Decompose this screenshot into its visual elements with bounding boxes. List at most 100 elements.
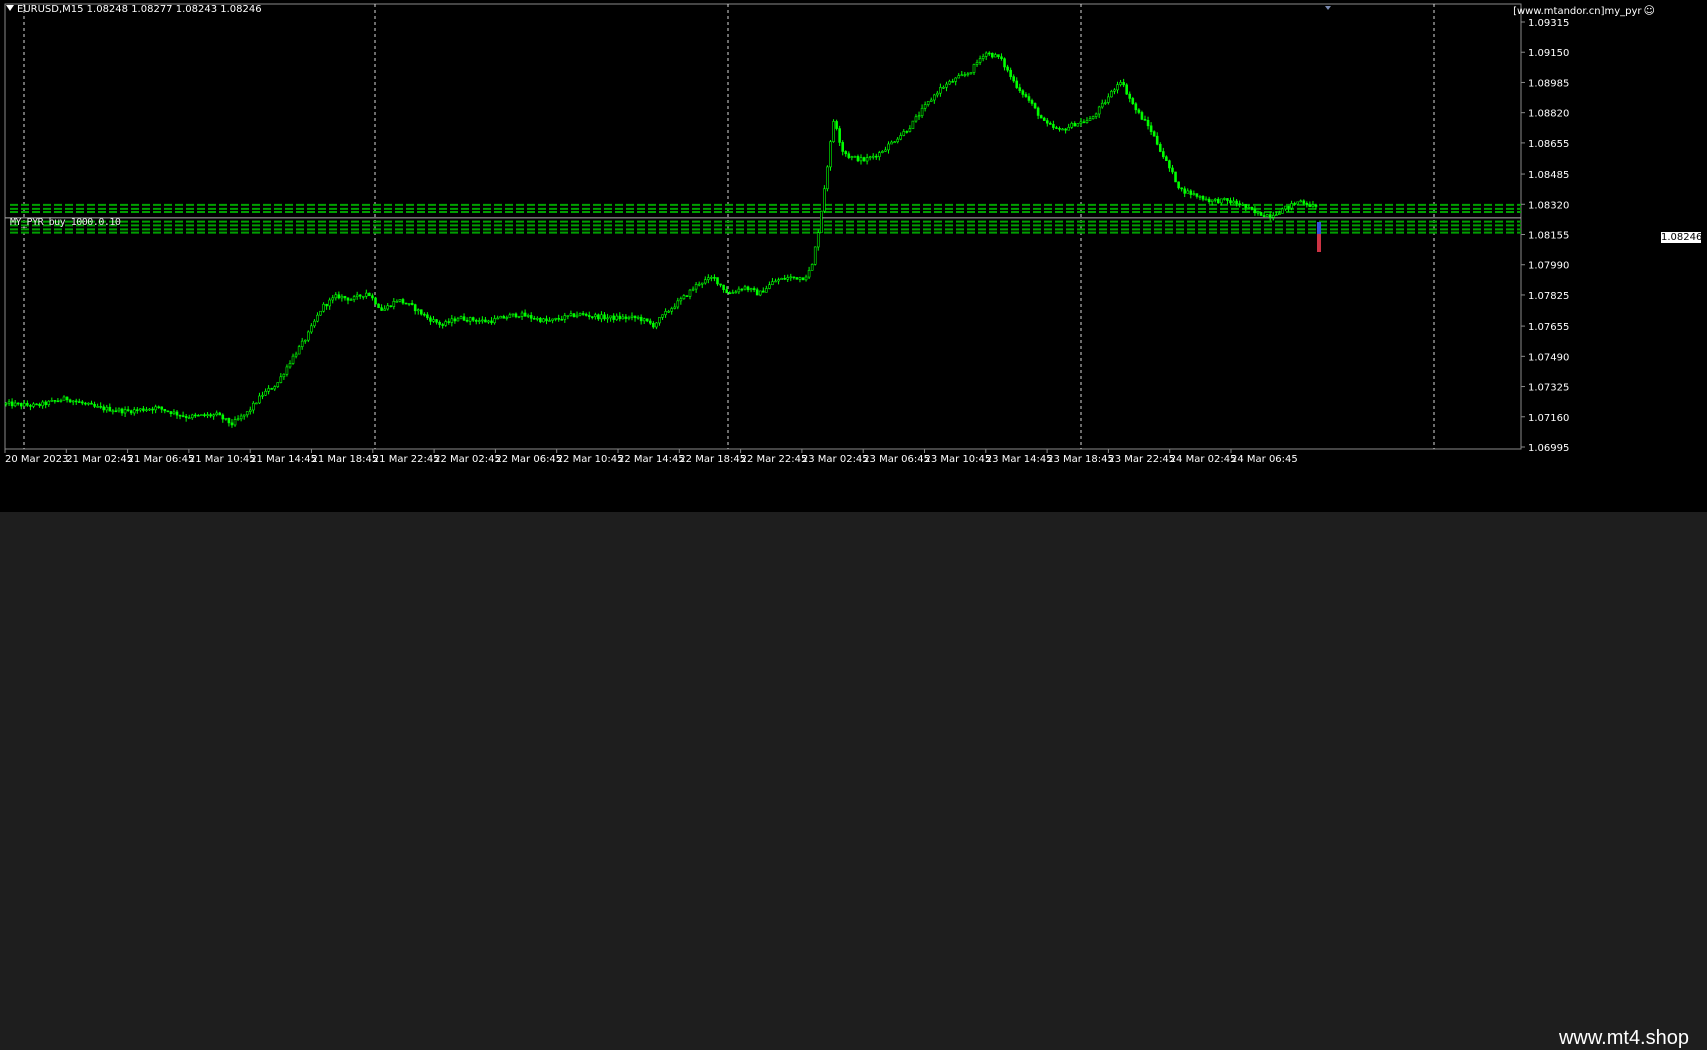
candle-body <box>597 314 600 320</box>
candle-body <box>532 318 536 320</box>
candle-body <box>413 304 417 312</box>
candle-body <box>1128 93 1132 99</box>
candle-body <box>334 294 338 299</box>
candle-body <box>1058 128 1061 130</box>
candle-body <box>160 406 164 410</box>
candle-body <box>1146 120 1150 127</box>
candle-body <box>1220 198 1223 204</box>
candle-body <box>447 321 451 323</box>
price-axis[interactable]: 1.09315 1.09150 1.08985 1.08820 1.08655 1.084… <box>1521 18 1569 454</box>
candle-body <box>1223 198 1226 200</box>
smiley-icon[interactable]: ☺ <box>1644 4 1655 17</box>
candle-body <box>346 297 350 301</box>
candle-body <box>392 301 396 307</box>
candle-body <box>923 104 927 109</box>
time-tick-label: 20 Mar 2023 <box>5 454 68 465</box>
candle-body <box>4 402 8 405</box>
candle-body <box>328 299 331 307</box>
candle-body <box>1165 156 1168 161</box>
candle-body <box>914 116 918 122</box>
candle-body <box>169 411 173 415</box>
candle-body <box>227 417 231 424</box>
candle-body <box>957 75 961 79</box>
candle-body <box>713 277 716 279</box>
candle-body <box>936 92 939 96</box>
candle-body <box>212 414 215 417</box>
chart-canvas[interactable]: 1.09315 1.09150 1.08985 1.08820 1.08655 1.084… <box>0 0 1707 512</box>
candle-body <box>798 277 802 280</box>
candle-body <box>575 314 579 318</box>
candle-body <box>688 289 692 297</box>
candle-body <box>655 322 658 328</box>
candle-body <box>245 411 249 416</box>
candle-body <box>499 316 502 319</box>
candle-body <box>545 318 548 322</box>
candle-body <box>282 373 286 378</box>
candle-body <box>1067 127 1070 131</box>
candle-body <box>951 81 954 83</box>
candle-body <box>563 315 567 320</box>
candle-body <box>117 408 121 412</box>
symbol-header: EURUSD,M15 1.08248 1.08277 1.08243 1.082… <box>6 4 262 15</box>
collapse-triangle-icon[interactable] <box>6 5 14 11</box>
candle-body <box>630 315 634 318</box>
candle-body <box>679 298 683 302</box>
candle-body <box>636 316 640 319</box>
candle-body <box>1107 96 1110 103</box>
candle-body <box>172 411 176 415</box>
candle-body <box>1036 107 1040 116</box>
candle-body <box>1232 200 1235 204</box>
candle-body <box>35 403 38 406</box>
time-tick-label: 24 Mar 06:45 <box>1231 454 1298 465</box>
candle-body <box>1174 171 1177 183</box>
candle-body <box>16 402 20 405</box>
candle-body <box>1305 203 1309 206</box>
candle-body <box>313 320 316 327</box>
candle-body <box>1131 98 1135 105</box>
candle-body <box>331 297 335 301</box>
candle-body <box>310 325 313 333</box>
price-tick-label: 1.08485 <box>1528 170 1569 181</box>
candle-body <box>587 315 591 317</box>
candle-body <box>832 121 835 142</box>
current-price-tag: 1.08246 <box>1661 232 1703 243</box>
candle-body <box>1290 203 1293 209</box>
candle-body <box>1003 58 1006 68</box>
candle-body <box>1000 56 1003 59</box>
candle-body <box>890 141 893 145</box>
time-tick-label: 21 Mar 02:45 <box>66 454 133 465</box>
candle-body <box>77 401 81 403</box>
candle-body <box>401 299 405 304</box>
price-tick-label: 1.06995 <box>1528 443 1569 454</box>
candle-body <box>175 411 179 416</box>
candle-body <box>1210 199 1214 203</box>
candle-body <box>1180 187 1183 190</box>
candle-body <box>426 314 429 319</box>
candle-body <box>765 288 768 293</box>
candle-body <box>1140 112 1144 120</box>
candle-body <box>829 141 832 168</box>
candle-body <box>383 308 386 311</box>
candle-body <box>874 155 878 158</box>
chart-window[interactable]: 1.09315 1.09150 1.08985 1.08820 1.08655 1.084… <box>0 0 1707 512</box>
candle-body <box>554 318 557 320</box>
candle-body <box>157 406 160 409</box>
candle-body <box>1006 66 1009 71</box>
candle-body <box>374 297 377 305</box>
candle-body <box>184 416 188 419</box>
candle-body <box>1189 190 1193 195</box>
price-tick-label: 1.09150 <box>1528 48 1569 59</box>
candle-body <box>1250 206 1254 210</box>
candle-body <box>856 156 860 162</box>
candle-body <box>416 309 420 312</box>
candle-body <box>929 99 933 102</box>
time-tick-label: 22 Mar 14:45 <box>618 454 685 465</box>
candle-body <box>633 315 637 319</box>
candle-body <box>108 406 112 412</box>
time-axis[interactable]: 20 Mar 202321 Mar 02:4521 Mar 06:4521 Ma… <box>4 449 1298 465</box>
candle-body <box>441 324 444 326</box>
candle-body <box>465 319 469 322</box>
candle-body <box>1079 121 1083 124</box>
candle-body <box>136 409 139 411</box>
candle-body <box>74 400 78 403</box>
